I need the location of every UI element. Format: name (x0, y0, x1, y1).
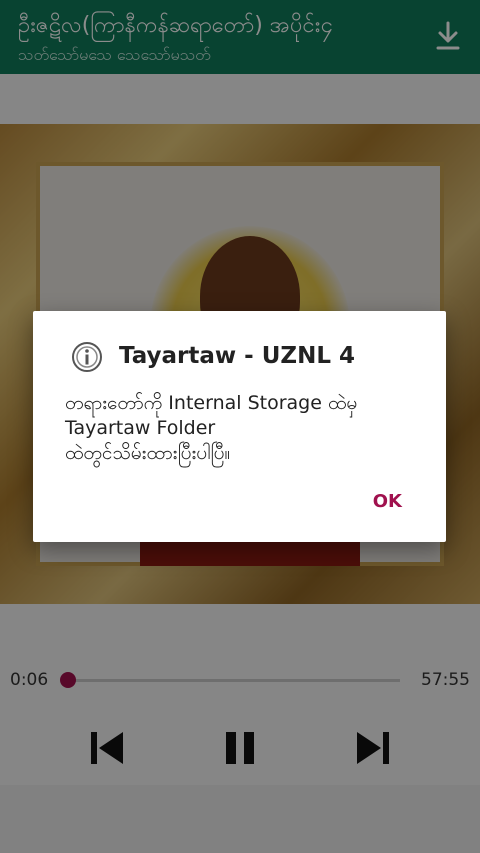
info-icon (71, 341, 103, 373)
dialog-message-line-2: Tayartaw Folder (65, 417, 216, 439)
dialog-message-line-3: ထဲတွင်သိမ်းထားပြီးပါပြီ။ (65, 442, 231, 464)
dialog-title: Tayartaw - UZNL 4 (119, 343, 355, 369)
ok-button[interactable]: OK (373, 491, 402, 512)
dialog-message: တရားတော်ကို Internal Storage ထဲမှ Tayart… (65, 391, 415, 466)
alert-dialog: Tayartaw - UZNL 4 တရားတော်ကို Internal S… (33, 311, 446, 542)
dialog-message-line-1: တရားတော်ကို Internal Storage ထဲမှ (65, 392, 358, 414)
